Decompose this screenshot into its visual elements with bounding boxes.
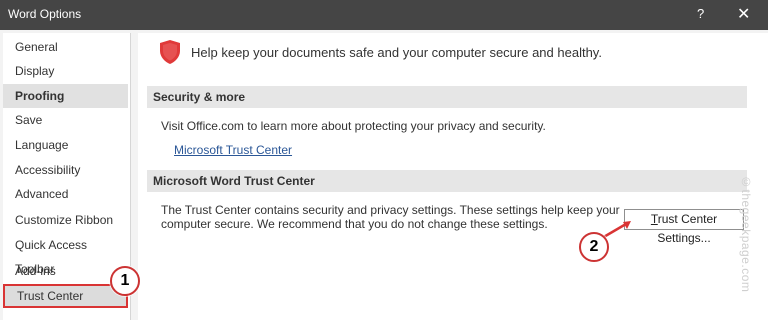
sidebar-item-customize-ribbon[interactable]: Customize Ribbon [3, 208, 128, 232]
title-bar: Word Options ? ✕ [0, 0, 768, 30]
intro-text: Help keep your documents safe and your c… [191, 45, 602, 60]
sidebar-item-advanced[interactable]: Advanced [3, 182, 128, 206]
trust-center-settings-button[interactable]: Trust Center Settings... [624, 209, 744, 245]
section-header-trust-center: Microsoft Word Trust Center [147, 170, 747, 192]
sidebar-item-display[interactable]: Display [3, 59, 128, 83]
trust-center-description-line2: computer secure. We recommend that you d… [161, 217, 548, 231]
sidebar-item-proofing[interactable]: Proofing [3, 84, 128, 108]
sidebar-item-general[interactable]: General [3, 35, 128, 59]
microsoft-trust-center-link[interactable]: Microsoft Trust Center [174, 143, 292, 157]
step-2-badge: 2 [579, 232, 609, 262]
step-1-badge: 1 [110, 266, 140, 296]
trust-center-settings-access-key: T [650, 212, 658, 226]
watermark: ©thegeekpage.com [739, 175, 753, 293]
sidebar-item-quick-access-toolbar[interactable]: Quick Access Toolbar [3, 233, 128, 276]
trust-center-description-line1: The Trust Center contains security and p… [161, 203, 620, 217]
sidebar-item-accessibility[interactable]: Accessibility [3, 158, 128, 182]
sidebar-item-save[interactable]: Save [3, 108, 128, 132]
sidebar-item-language[interactable]: Language [3, 133, 128, 157]
close-button[interactable]: ✕ [737, 4, 750, 24]
section-header-security: Security & more [147, 86, 747, 108]
window-title: Word Options [8, 7, 82, 21]
security-description: Visit Office.com to learn more about pro… [161, 119, 546, 133]
shield-icon [160, 40, 180, 64]
help-button[interactable]: ? [697, 6, 704, 21]
panel-edge [757, 33, 768, 320]
sidebar-item-trust-center[interactable]: Trust Center [3, 284, 128, 308]
trust-center-settings-label: rust Center Settings... [657, 212, 718, 245]
